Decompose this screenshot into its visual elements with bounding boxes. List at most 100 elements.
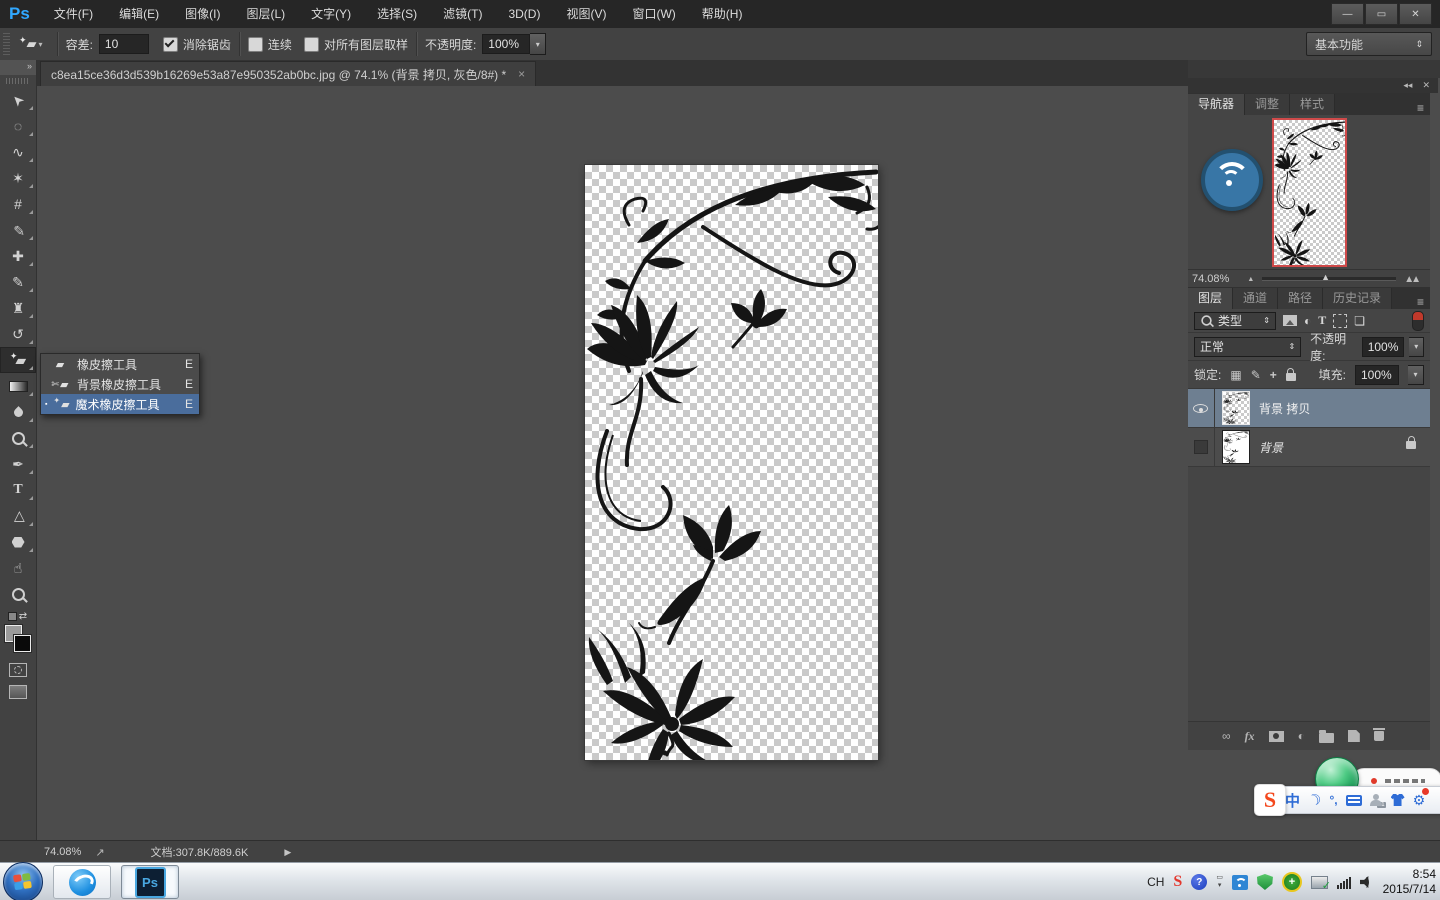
share-icon[interactable]: ↗ <box>95 846 104 859</box>
healing-brush-tool[interactable]: ✚ <box>0 243 36 269</box>
contiguous-checkbox[interactable] <box>247 36 263 52</box>
lasso-tool[interactable]: ∿ <box>0 139 36 165</box>
menu-select[interactable]: 选择(S) <box>364 0 430 28</box>
network-icon[interactable] <box>1231 874 1248 890</box>
language-indicator[interactable]: CH <box>1147 875 1164 889</box>
moon-icon[interactable]: ☽ <box>1305 789 1324 811</box>
layer-row-background-copy[interactable]: 背景 拷贝 <box>1188 389 1430 428</box>
taskbar-photoshop-button[interactable]: Ps <box>121 865 179 899</box>
lock-transparency-icon[interactable]: ▦ <box>1230 368 1241 382</box>
opacity-dropdown-button[interactable]: ▾ <box>530 33 547 55</box>
filter-type-layers-icon[interactable]: T <box>1318 313 1326 328</box>
security-shield-icon[interactable] <box>1256 874 1273 890</box>
flyout-eraser-tool[interactable]: ▰ 橡皮擦工具 E <box>41 354 199 374</box>
options-grip[interactable] <box>3 33 10 55</box>
antialias-checkbox[interactable] <box>162 36 178 52</box>
fill-input[interactable]: 100% <box>1355 364 1399 385</box>
menu-edit[interactable]: 编辑(E) <box>106 0 172 28</box>
zoom-slider-thumb[interactable]: ▲ <box>1321 272 1330 282</box>
move-tool[interactable]: ➤ <box>0 87 36 113</box>
pen-tool[interactable]: ✒ <box>0 451 36 477</box>
path-selection-tool[interactable]: ▷ <box>0 503 36 529</box>
navigator-zoom-value[interactable]: 74.08% <box>1192 273 1229 285</box>
zoom-in-icon[interactable]: ▲▲ <box>1404 274 1421 285</box>
opacity-input[interactable]: 100% <box>482 34 531 54</box>
type-tool[interactable]: T <box>0 477 36 503</box>
sogou-tray-icon[interactable]: S <box>1173 873 1182 891</box>
tab-styles[interactable]: 样式 <box>1290 94 1336 115</box>
eyedropper-tool[interactable]: ✐ <box>0 217 36 243</box>
panel-menu-icon[interactable]: ≡ <box>1417 101 1430 115</box>
navigator-proxy-view[interactable] <box>1272 118 1347 269</box>
layer-name[interactable]: 背景 <box>1259 439 1283 456</box>
blur-tool[interactable] <box>0 399 36 425</box>
menu-help[interactable]: 帮助(H) <box>689 0 756 28</box>
dock-collapse-icon[interactable]: ◂◂ <box>1403 80 1412 91</box>
layer-filter-select[interactable]: 类型 ⇕ <box>1194 311 1276 330</box>
menu-file[interactable]: 文件(F) <box>41 0 106 28</box>
layer-opacity-dropdown[interactable]: ▾ <box>1409 336 1424 357</box>
menu-type[interactable]: 文字(Y) <box>298 0 364 28</box>
filter-smart-objects-icon[interactable]: ❏ <box>1354 314 1365 328</box>
menu-layer[interactable]: 图层(L) <box>233 0 298 28</box>
signal-bars-icon[interactable] <box>1336 876 1351 889</box>
keyboard-icon[interactable] <box>1345 794 1362 806</box>
flyout-magic-eraser-tool[interactable]: ▪ ✦ ▰ 魔术橡皮擦工具 E <box>41 394 199 414</box>
menu-image[interactable]: 图像(I) <box>172 0 233 28</box>
settings-wrench-icon[interactable]: ⚙ <box>1413 787 1430 809</box>
tools-grip[interactable] <box>6 78 30 84</box>
history-brush-tool[interactable]: ↺ <box>0 321 36 347</box>
visibility-toggle[interactable] <box>1188 428 1215 466</box>
new-group-icon[interactable] <box>1318 729 1334 743</box>
tab-history[interactable]: 历史记录 <box>1323 288 1393 309</box>
add-mask-icon[interactable] <box>1268 730 1284 742</box>
update-check-icon[interactable]: ✓ <box>1310 875 1331 892</box>
shape-tool[interactable] <box>0 529 36 555</box>
zoom-out-icon[interactable]: ▲ <box>1247 276 1254 283</box>
sogou-logo[interactable]: S <box>1254 784 1286 816</box>
document-canvas[interactable] <box>585 165 878 760</box>
tab-channels[interactable]: 通道 <box>1233 288 1279 309</box>
help-tray-icon[interactable]: ? <box>1191 874 1208 890</box>
screen-mode-button[interactable] <box>0 681 36 703</box>
dock-close-icon[interactable]: ✕ <box>1422 80 1430 91</box>
lock-pixels-icon[interactable]: ✎ <box>1251 368 1261 382</box>
fill-dropdown[interactable]: ▾ <box>1408 364 1424 385</box>
tolerance-input[interactable]: 10 <box>98 34 149 54</box>
link-layers-icon[interactable]: ∞ <box>1222 729 1231 743</box>
filter-pixel-layers-icon[interactable] <box>1283 315 1297 326</box>
menu-view[interactable]: 视图(V) <box>553 0 619 28</box>
taskbar-browser-button[interactable] <box>53 865 111 899</box>
skin-icon[interactable] <box>1390 794 1405 806</box>
tools-collapse-button[interactable]: » <box>0 60 36 75</box>
new-layer-icon[interactable] <box>1347 730 1360 742</box>
antivirus-icon[interactable]: + <box>1281 872 1302 892</box>
visibility-toggle[interactable] <box>1188 389 1215 427</box>
swap-colors-button[interactable]: ⇄ <box>0 607 36 625</box>
volume-icon[interactable]: ) <box>1359 876 1370 888</box>
start-button[interactable] <box>3 862 43 900</box>
punctuation-icon[interactable]: °, <box>1329 793 1337 807</box>
eraser-tool-selected[interactable]: ✦ ▰ <box>0 347 36 373</box>
gradient-tool[interactable] <box>0 373 36 399</box>
close-button[interactable]: ✕ <box>1399 3 1432 25</box>
brush-tool[interactable]: ✎ <box>0 269 36 295</box>
adjustment-layer-icon[interactable]: ◐ <box>1298 729 1305 743</box>
status-zoom-input[interactable]: 74.08% <box>44 846 81 858</box>
background-color-swatch[interactable] <box>13 634 32 653</box>
tab-navigator[interactable]: 导航器 <box>1188 94 1246 115</box>
taskbar-clock[interactable]: 8:54 2015/7/14 <box>1383 867 1436 897</box>
ime-mode-toggle[interactable]: 中 <box>1285 790 1300 811</box>
layer-filtering-toggle[interactable] <box>1412 310 1424 331</box>
filter-shape-layers-icon[interactable] <box>1333 313 1348 328</box>
dodge-tool[interactable] <box>0 425 36 451</box>
tool-preset-button[interactable]: ✦ ▰ ▾ <box>13 35 49 52</box>
blend-mode-select[interactable]: 正常 ⇕ <box>1194 336 1302 357</box>
menu-3d[interactable]: 3D(D) <box>495 0 553 28</box>
layer-name[interactable]: 背景 拷贝 <box>1259 400 1310 417</box>
tab-paths[interactable]: 路径 <box>1278 288 1324 309</box>
layer-thumbnail[interactable] <box>1222 430 1250 465</box>
document-tab[interactable]: c8ea15ce36d3d539b16269e53a87e950352ab0bc… <box>40 61 537 86</box>
tab-layers[interactable]: 图层 <box>1188 288 1234 309</box>
magic-wand-tool[interactable]: ✶ <box>0 165 36 191</box>
